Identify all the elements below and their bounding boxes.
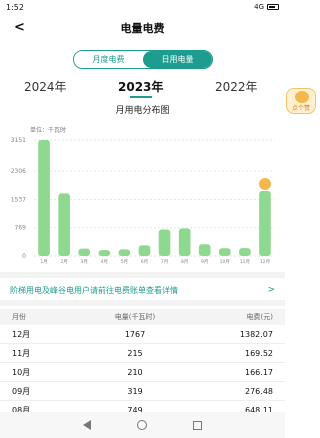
table-row[interactable]: 12月 1767 1382.07 [0, 325, 285, 344]
x-tick-label: 4月 [101, 259, 108, 265]
cell-fee: 166.17 [245, 367, 273, 377]
nav-recent-apps-icon[interactable] [193, 420, 202, 430]
cell-month: 10月 [12, 367, 31, 377]
cell-fee: 276.48 [245, 386, 273, 396]
year-selected-indicator [130, 96, 152, 98]
y-tick-label: 3151 [11, 137, 26, 144]
year-tab-2022[interactable]: 2022年 [215, 78, 258, 95]
page-title: 电量电费 [120, 22, 165, 35]
nav-home-icon[interactable] [137, 420, 147, 430]
cell-kwh: 215 [127, 348, 143, 358]
cell-month: 12月 [12, 329, 31, 339]
chart-bar[interactable] [158, 229, 171, 256]
nav-back-icon[interactable] [83, 420, 91, 430]
chart-bar[interactable] [198, 244, 211, 256]
cell-fee: 1382.07 [239, 329, 273, 339]
monthly-usage-chart: 3151 2306 1537 769 0 1月 2月 3月 4月 5月 6月 7月 8月 9月 10月 11月… [11, 137, 275, 265]
cell-kwh: 210 [127, 367, 143, 377]
cell-kwh: 1767 [124, 329, 146, 339]
year-tab-2024[interactable]: 2024年 [24, 78, 67, 95]
table-row[interactable]: 09月 319 276.48 [0, 382, 285, 401]
section-divider [0, 272, 285, 278]
cell-month: 11月 [12, 348, 31, 358]
signal-text: 4G [254, 3, 264, 11]
chart-bar[interactable] [239, 248, 251, 256]
table-row[interactable]: 10月 210 166.17 [0, 363, 285, 382]
x-tick-label: 11月 [240, 259, 250, 265]
header-fee: 电费(元) [246, 313, 273, 321]
table-header: 月份 电量(千瓦时) 电费(元) [0, 309, 285, 325]
y-tick-label: 1537 [11, 196, 26, 203]
monthly-bill-table: 月份 电量(千瓦时) 电费(元) 12月 1767 1382.07 11月 21… [0, 309, 285, 420]
segment-monthly[interactable]: 月度电费 [74, 51, 143, 68]
period-segmented-control: 月度电费 日用电量 [73, 50, 213, 69]
table-row[interactable]: 11月 215 169.52 [0, 344, 285, 363]
chart-bar[interactable] [138, 245, 151, 256]
section-divider [0, 300, 285, 306]
y-tick-label: 2306 [11, 168, 26, 175]
status-time: 1:52 [6, 2, 24, 12]
chart-bar[interactable] [38, 140, 50, 256]
segment-daily[interactable]: 日用电量 [143, 51, 212, 68]
chart-bar[interactable] [98, 250, 111, 256]
mascot-label: 点个赞 [291, 105, 310, 112]
chart-bar[interactable] [78, 248, 91, 256]
x-tick-label: 2月 [60, 259, 67, 265]
chart-bar[interactable] [178, 228, 191, 256]
x-tick-label: 10月 [220, 259, 230, 265]
x-tick-label: 1月 [40, 259, 47, 265]
header-month: 月份 [12, 313, 26, 321]
battery-icon [267, 4, 279, 10]
y-tick-label: 769 [15, 225, 27, 232]
header-kwh: 电量(千瓦时) [114, 313, 156, 321]
x-tick-label: 9月 [201, 259, 208, 265]
x-tick-label: 6月 [141, 259, 148, 265]
year-tab-2023[interactable]: 2023年 [118, 78, 163, 95]
cell-kwh: 319 [127, 386, 143, 396]
chart-bar[interactable] [58, 193, 70, 256]
cell-month: 09月 [12, 386, 31, 396]
like-mascot-button[interactable]: 点个赞 [286, 88, 316, 114]
x-tick-label: 5月 [121, 259, 128, 265]
x-tick-label: 3月 [81, 259, 88, 265]
chart-bar[interactable] [218, 248, 231, 256]
page-header: < 电量电费 [0, 14, 285, 42]
x-tick-label: 12月 [260, 259, 270, 265]
system-nav-bar [0, 412, 285, 438]
mascot-face-icon [295, 91, 309, 103]
y-tick-label: 0 [22, 253, 26, 260]
x-tick-label: 7月 [161, 259, 168, 265]
tiered-billing-notice[interactable]: 阶梯用电及峰谷电用户请前往电费账单查看详情 > [0, 281, 285, 299]
chart-bar[interactable] [118, 249, 131, 256]
status-bar: 1:52 4G [0, 0, 285, 14]
notice-text: 阶梯用电及峰谷电用户请前往电费账单查看详情 [10, 285, 178, 295]
cell-fee: 169.52 [245, 348, 273, 358]
chart-bar[interactable] [259, 190, 271, 256]
chart-title: 月用电分布图 [115, 106, 170, 116]
mini-mascot-icon[interactable] [259, 178, 271, 190]
back-chevron-icon[interactable]: < [14, 20, 28, 36]
year-selector: 2024年 2023年 2022年 [0, 78, 285, 98]
x-tick-label: 8月 [181, 259, 188, 265]
chevron-right-icon: > [267, 285, 275, 295]
